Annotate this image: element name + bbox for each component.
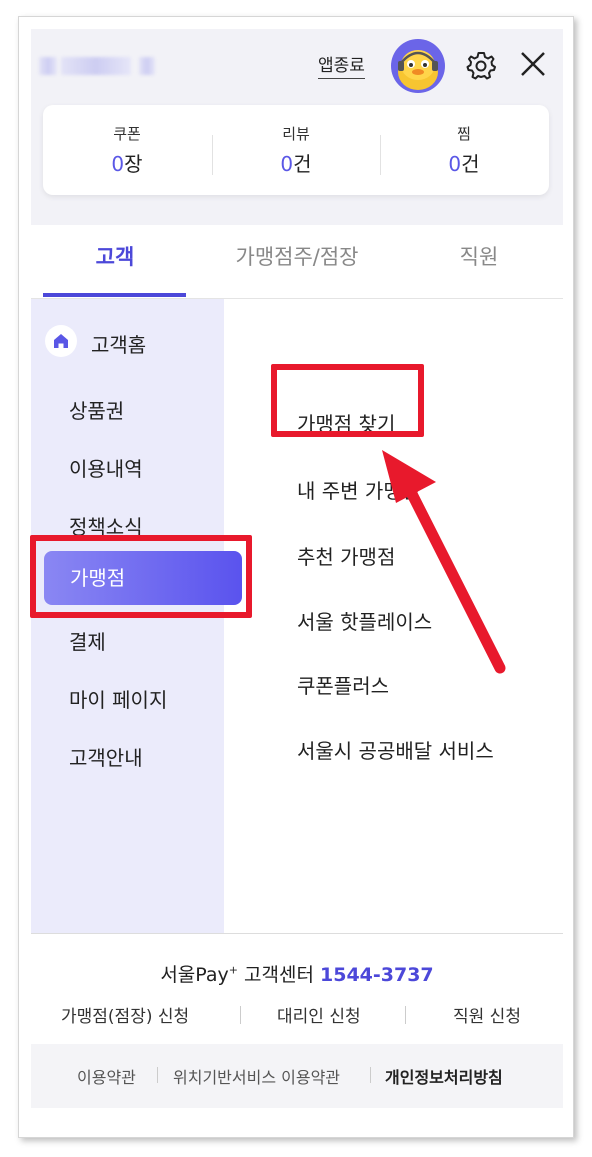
user-name-blurred (39, 57, 159, 75)
stat-value: 0건 (280, 152, 312, 176)
stat-value: 0장 (111, 152, 143, 176)
home-icon (45, 325, 77, 357)
divider (405, 1006, 406, 1024)
footer: 서울Pay+ 고객센터 1544-3737 가맹점(점장) 신청 대리인 신청 … (31, 933, 563, 1129)
tab-customer[interactable]: 고객 (31, 225, 199, 299)
apply-links: 가맹점(점장) 신청 대리인 신청 직원 신청 (31, 1002, 563, 1028)
role-tabs: 고객 가맹점주/점장 직원 (31, 225, 563, 299)
sidebar-item-customer-guide[interactable]: 고객안내 (69, 742, 143, 771)
close-icon[interactable] (516, 47, 550, 81)
character-avatar-icon (398, 50, 438, 90)
divider (157, 1067, 158, 1083)
apply-merchant-link[interactable]: 가맹점(점장) 신청 (61, 1002, 189, 1027)
header: 앱종료 쿠폰 0장 리뷰 0건 찜 0건 (31, 29, 563, 225)
avatar[interactable] (391, 39, 445, 93)
stat-label: 쿠폰 (113, 125, 141, 143)
customer-center-line: 서울Pay+ 고객센터 1544-3737 (31, 960, 563, 987)
menu-item-nearby-merchant[interactable]: 내 주변 가맹점 (297, 475, 420, 504)
divider (370, 1067, 371, 1083)
tab-staff[interactable]: 직원 (395, 225, 563, 299)
sidebar-item-usage-history[interactable]: 이용내역 (69, 453, 143, 482)
stat-value: 0건 (448, 152, 480, 176)
location-terms-link[interactable]: 위치기반서비스 이용약관 (173, 1064, 340, 1088)
privacy-policy-link[interactable]: 개인정보처리방침 (385, 1064, 503, 1088)
terms-bar: 이용약관 위치기반서비스 이용약관 개인정보처리방침 (31, 1044, 563, 1108)
active-tab-indicator (43, 293, 186, 297)
highlight-box-merchant (30, 535, 252, 618)
coupon-stat[interactable]: 쿠폰 0장 (43, 123, 211, 177)
brand-name: 서울Pay (160, 964, 229, 986)
review-stat[interactable]: 리뷰 0건 (212, 123, 380, 177)
customer-center-phone[interactable]: 1544-3737 (320, 964, 434, 986)
menu-item-seoul-hotplace[interactable]: 서울 핫플레이스 (297, 606, 432, 635)
stats-card: 쿠폰 0장 리뷰 0건 찜 0건 (43, 105, 549, 195)
exit-app-button[interactable]: 앱종료 (318, 51, 365, 79)
divider (240, 1006, 241, 1024)
settings-gear-icon[interactable] (465, 49, 497, 81)
menu-item-coupon-plus[interactable]: 쿠폰플러스 (297, 670, 389, 699)
favorite-stat[interactable]: 찜 0건 (380, 123, 548, 177)
apply-agent-link[interactable]: 대리인 신청 (277, 1002, 361, 1027)
brand-sup: + (228, 963, 238, 977)
menu-item-recommended-merchant[interactable]: 추천 가맹점 (297, 541, 395, 570)
highlight-box-find-merchant (271, 364, 424, 437)
customer-center-label: 고객센터 (238, 964, 320, 986)
apply-staff-link[interactable]: 직원 신청 (453, 1002, 521, 1027)
sidebar-item-gift-certificate[interactable]: 상품권 (69, 395, 124, 424)
stat-label: 찜 (457, 125, 471, 143)
stat-label: 리뷰 (282, 125, 310, 143)
terms-of-use-link[interactable]: 이용약관 (77, 1064, 136, 1088)
sidebar-home-label: 고객홈 (91, 333, 147, 357)
tab-merchant-owner[interactable]: 가맹점주/점장 (199, 225, 395, 299)
sidebar-item-payment[interactable]: 결제 (69, 626, 106, 655)
menu-item-public-delivery[interactable]: 서울시 공공배달 서비스 (297, 735, 494, 764)
sidebar-item-my-page[interactable]: 마이 페이지 (69, 684, 167, 713)
